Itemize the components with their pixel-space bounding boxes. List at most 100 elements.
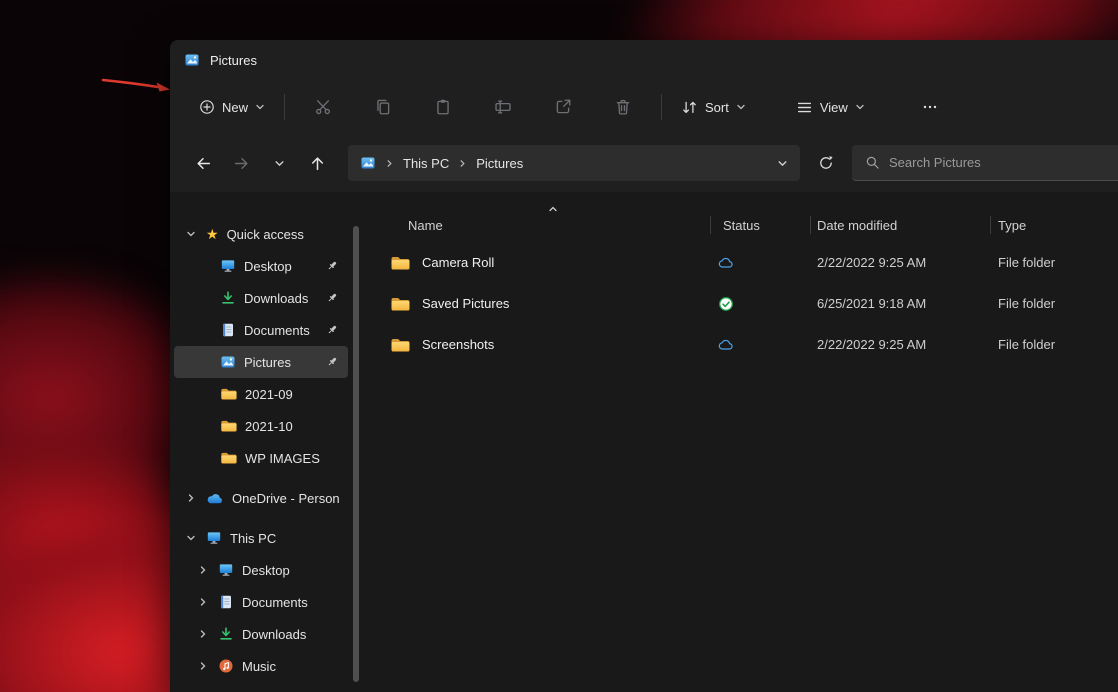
trash-icon: [614, 98, 632, 116]
chevron-down-icon[interactable]: [184, 533, 198, 543]
copy-button[interactable]: [363, 89, 403, 125]
see-more-button[interactable]: [910, 89, 950, 125]
address-dropdown-button[interactable]: [777, 158, 788, 169]
search-box[interactable]: [852, 145, 1118, 181]
file-date-modified: 2/22/2022 9:25 AM: [810, 255, 990, 270]
up-button[interactable]: [300, 146, 334, 180]
toolbar-separator: [661, 94, 662, 120]
file-type: File folder: [990, 255, 1118, 270]
downloads-icon: [220, 290, 236, 306]
chevron-right-icon[interactable]: [196, 597, 210, 607]
sidebar-item-label: Downloads: [242, 627, 306, 642]
sidebar-item-downloads[interactable]: Downloads: [174, 282, 348, 314]
sort-button[interactable]: Sort: [670, 91, 757, 124]
view-button[interactable]: View: [785, 91, 876, 124]
column-header-type[interactable]: Type: [990, 218, 1118, 233]
column-header-status[interactable]: Status: [710, 218, 810, 233]
delete-button[interactable]: [603, 89, 643, 125]
file-name: Camera Roll: [422, 255, 494, 270]
desktop-icon: [218, 562, 234, 578]
navigation-bar: This PC Pictures: [170, 134, 1118, 192]
desktop-icon: [220, 258, 236, 274]
navigation-pane: ★ Quick access Desktop: [170, 192, 352, 692]
chevron-down-icon: [855, 102, 865, 112]
sidebar-item-documents[interactable]: Documents: [174, 314, 348, 346]
sidebar-item-this-pc[interactable]: This PC: [174, 522, 348, 554]
file-list-pane: Name Status Date modified Type Camera: [360, 192, 1118, 692]
folder-icon: [390, 337, 410, 353]
paste-icon: [434, 98, 452, 116]
chevron-right-icon[interactable]: [196, 565, 210, 575]
cut-button[interactable]: [303, 89, 343, 125]
sidebar-item-label: OneDrive - Person: [232, 491, 340, 506]
search-input[interactable]: [889, 155, 1105, 170]
column-header-name[interactable]: Name: [360, 218, 710, 233]
sort-icon: [681, 99, 698, 116]
sidebar-item-2021-09[interactable]: 2021-09: [174, 378, 348, 410]
paste-button[interactable]: [423, 89, 463, 125]
chevron-right-icon[interactable]: [196, 661, 210, 671]
file-row-screenshots[interactable]: Screenshots 2/22/2022 9:25 AM File folde…: [360, 324, 1118, 365]
sidebar-item-label: Documents: [244, 323, 310, 338]
scrollbar-thumb[interactable]: [353, 226, 359, 682]
forward-button[interactable]: [224, 146, 258, 180]
sidebar-item-label: 2021-10: [245, 419, 293, 434]
sidebar-item-pc-downloads[interactable]: Downloads: [174, 618, 348, 650]
cloud-status-icon: [718, 256, 734, 269]
view-icon: [796, 99, 813, 116]
breadcrumb-pictures[interactable]: Pictures: [476, 156, 523, 171]
pin-icon: [326, 356, 338, 368]
plus-circle-icon: [199, 99, 215, 115]
folder-icon: [220, 387, 237, 401]
breadcrumb-this-pc[interactable]: This PC: [403, 156, 449, 171]
column-divider[interactable]: [710, 216, 711, 234]
sidebar-item-wp-images[interactable]: WP IMAGES: [174, 442, 348, 474]
documents-icon: [220, 322, 236, 338]
rename-icon: [494, 98, 512, 116]
file-date-modified: 6/25/2021 9:18 AM: [810, 296, 990, 311]
refresh-button[interactable]: [808, 145, 844, 181]
chevron-right-icon[interactable]: [184, 493, 198, 503]
sidebar-item-partial[interactable]: [174, 682, 348, 692]
folder-icon: [390, 255, 410, 271]
forward-arrow-icon: [233, 155, 250, 172]
sidebar-item-pc-desktop[interactable]: Desktop: [174, 554, 348, 586]
address-bar[interactable]: This PC Pictures: [348, 145, 800, 181]
sidebar-item-onedrive[interactable]: OneDrive - Person: [174, 482, 348, 514]
file-row-saved-pictures[interactable]: Saved Pictures 6/25/2021 9:18 AM File fo…: [360, 283, 1118, 324]
sidebar-item-pictures[interactable]: Pictures: [174, 346, 348, 378]
new-button[interactable]: New: [188, 91, 276, 123]
pin-icon: [326, 260, 338, 272]
sidebar-scrollbar[interactable]: [352, 192, 360, 692]
rename-button[interactable]: [483, 89, 523, 125]
documents-icon: [218, 594, 234, 610]
star-icon: ★: [206, 227, 219, 241]
column-divider[interactable]: [990, 216, 991, 234]
folder-icon: [220, 419, 237, 433]
music-icon: [218, 658, 234, 674]
sidebar-item-desktop[interactable]: Desktop: [174, 250, 348, 282]
chevron-down-icon[interactable]: [184, 229, 198, 239]
file-row-camera-roll[interactable]: Camera Roll 2/22/2022 9:25 AM File folde…: [360, 242, 1118, 283]
share-button[interactable]: [543, 89, 583, 125]
window-title: Pictures: [210, 53, 257, 68]
sidebar-item-2021-10[interactable]: 2021-10: [174, 410, 348, 442]
command-bar: New: [170, 80, 1118, 134]
sidebar-item-label: Music: [242, 659, 276, 674]
folder-icon: [390, 296, 410, 312]
scissors-icon: [314, 98, 332, 116]
column-header-date-modified[interactable]: Date modified: [810, 218, 990, 233]
recent-locations-button[interactable]: [262, 146, 296, 180]
file-name: Saved Pictures: [422, 296, 509, 311]
back-button[interactable]: [186, 146, 220, 180]
sidebar-item-pc-music[interactable]: Music: [174, 650, 348, 682]
column-divider[interactable]: [810, 216, 811, 234]
title-bar[interactable]: Pictures: [170, 40, 1118, 80]
sidebar-item-pc-documents[interactable]: Documents: [174, 586, 348, 618]
chevron-right-icon[interactable]: [458, 159, 467, 168]
chevron-down-icon: [255, 102, 265, 112]
sidebar-item-label: Desktop: [244, 259, 292, 274]
sidebar-item-quick-access[interactable]: ★ Quick access: [174, 218, 348, 250]
chevron-right-icon[interactable]: [385, 159, 394, 168]
chevron-right-icon[interactable]: [196, 629, 210, 639]
